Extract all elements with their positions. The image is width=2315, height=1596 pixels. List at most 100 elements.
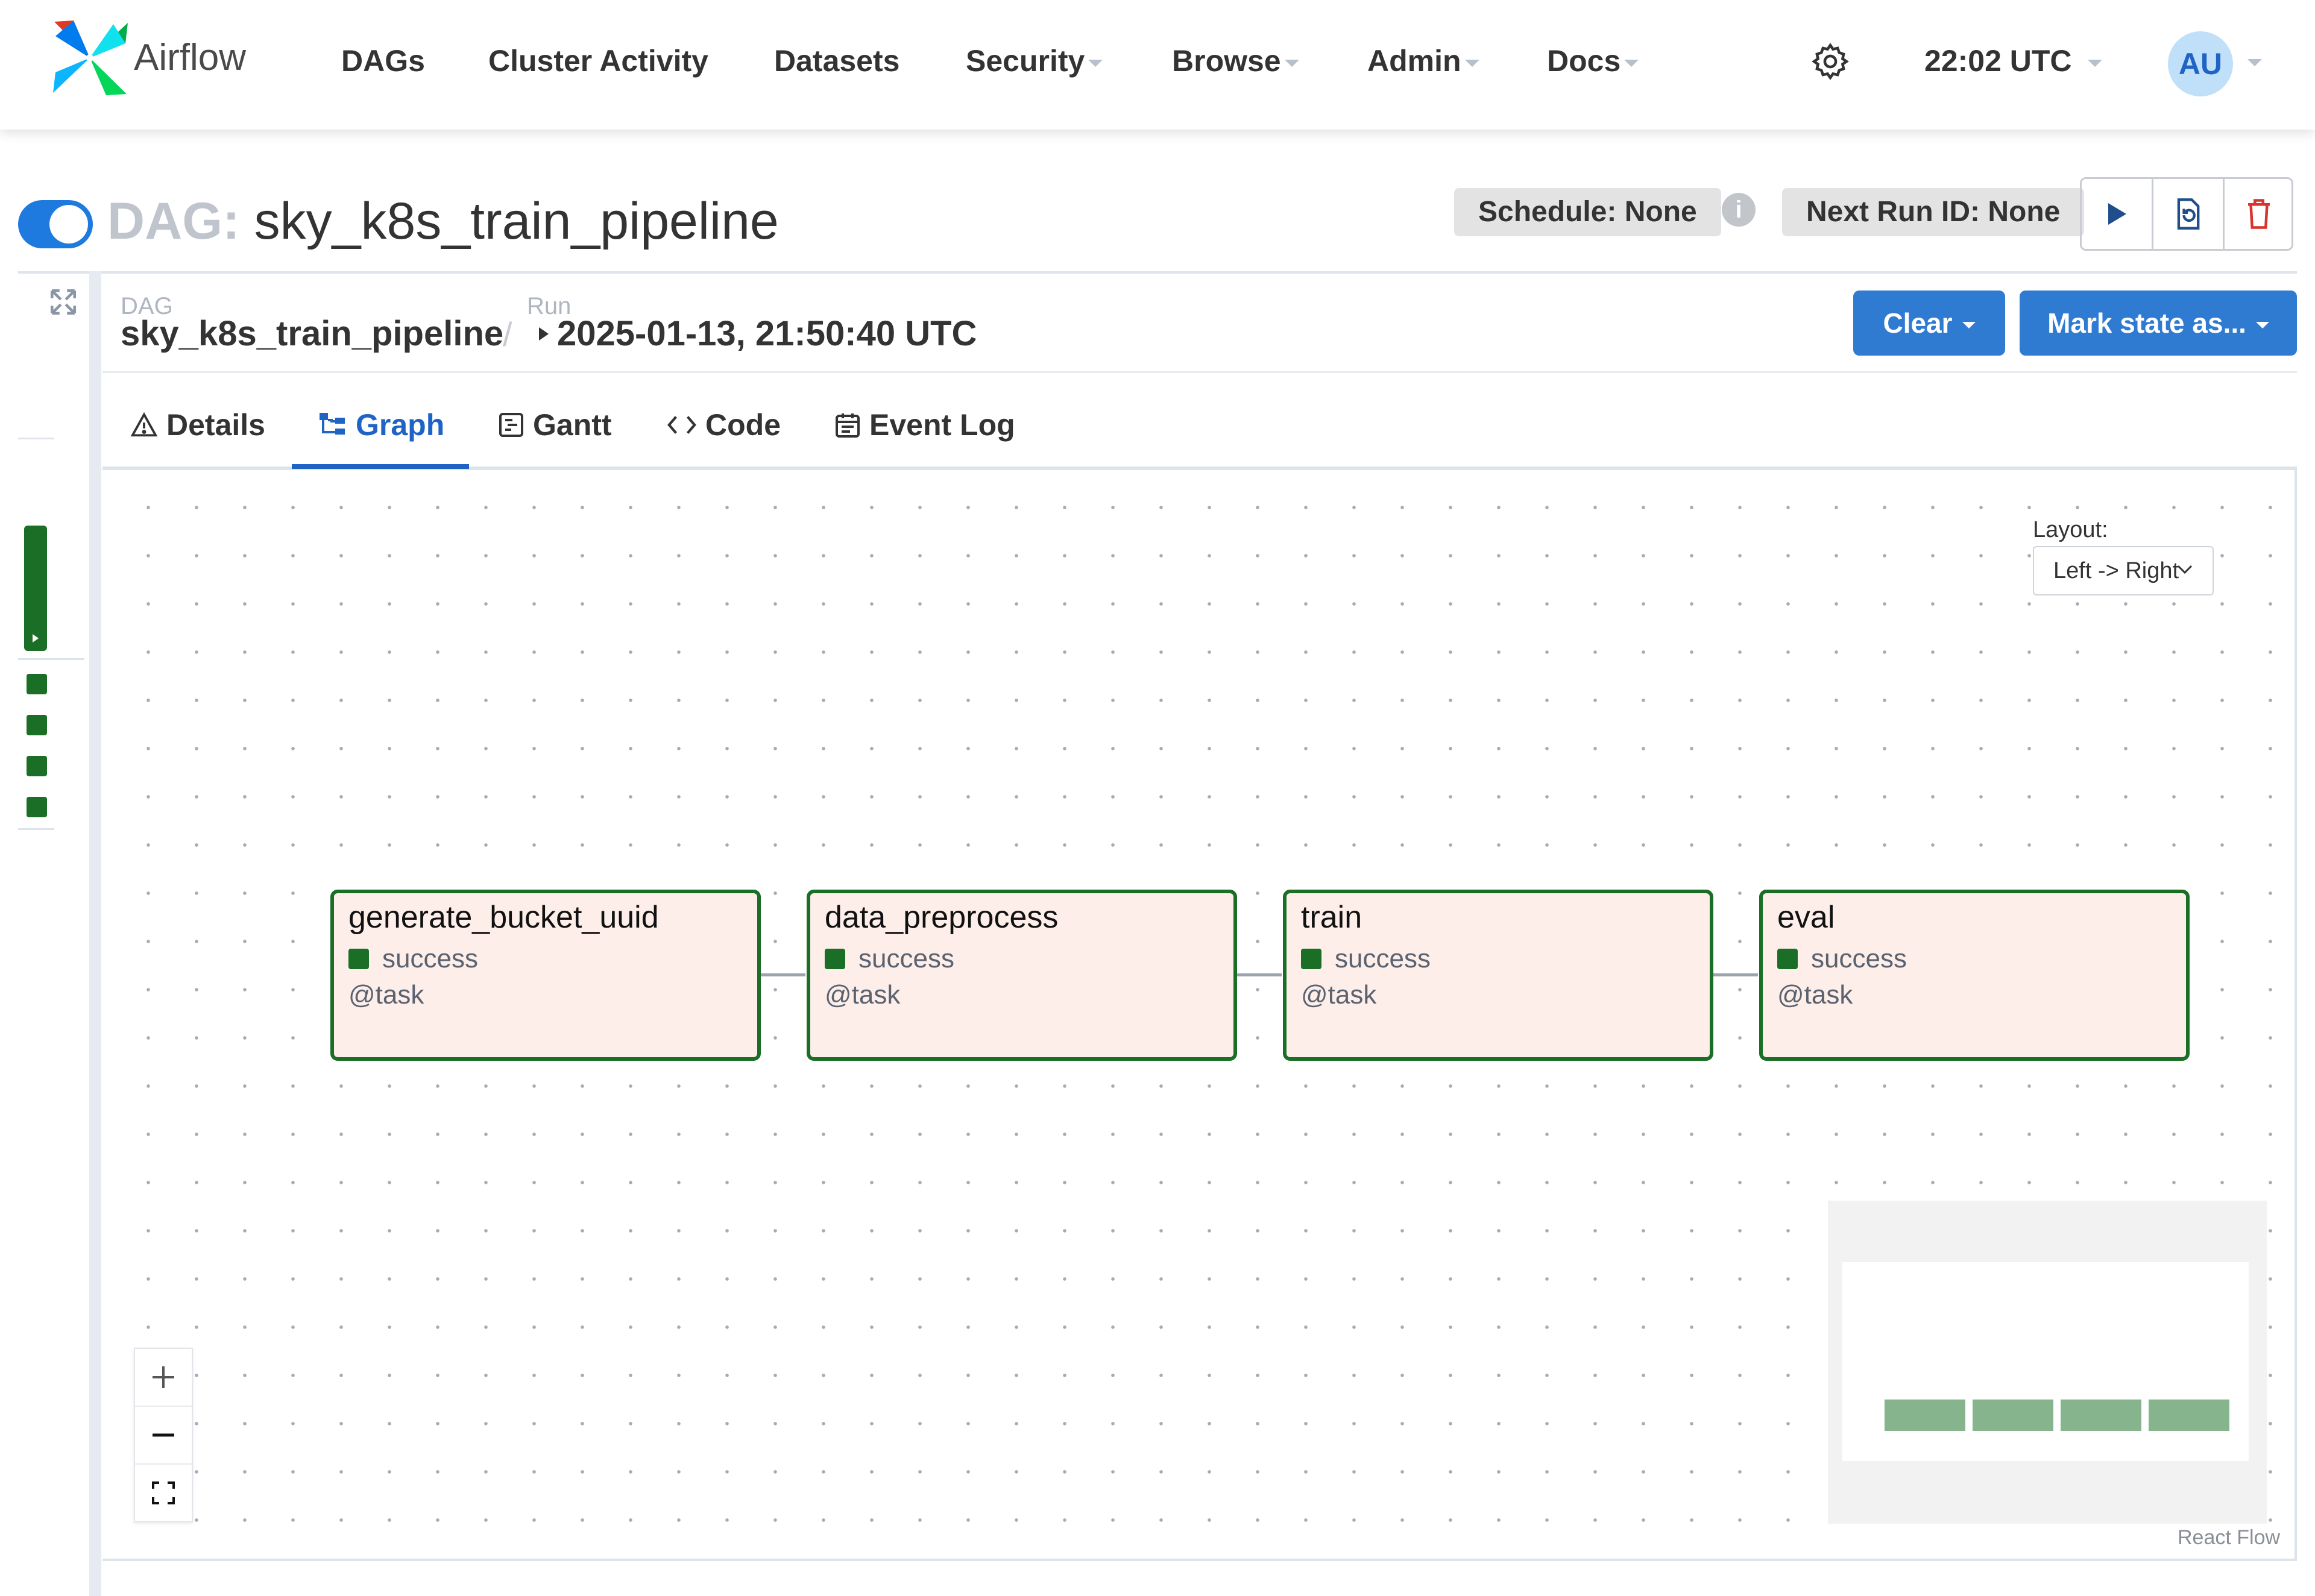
- grid-divider: [18, 658, 84, 660]
- play-icon: [539, 327, 549, 341]
- task-node-train[interactable]: train success @task: [1283, 890, 1713, 1061]
- task-node-status: success: [1777, 944, 1907, 974]
- active-tab-indicator: [292, 464, 469, 469]
- tab-gantt[interactable]: Gantt: [498, 407, 612, 442]
- breadcrumb-run[interactable]: 2025-01-13, 21:50:40 UTC: [537, 313, 977, 354]
- nav-cluster-activity[interactable]: Cluster Activity: [488, 43, 708, 78]
- tab-details[interactable]: Details: [130, 407, 265, 442]
- zoom-in-button[interactable]: [135, 1349, 192, 1407]
- status-square-icon: [825, 949, 845, 969]
- gantt-icon: [499, 413, 523, 437]
- breadcrumb-dag[interactable]: sky_k8s_train_pipeline: [121, 313, 503, 354]
- chevron-down-icon: [2087, 59, 2102, 67]
- status-square-icon: [1301, 949, 1321, 969]
- task-node-generate-bucket-uuid[interactable]: generate_bucket_uuid success @task: [330, 890, 761, 1061]
- page-title: DAG: sky_k8s_train_pipeline: [107, 192, 779, 251]
- task-node-status: success: [825, 944, 954, 974]
- expand-icon[interactable]: [48, 287, 78, 317]
- task-node-operator: @task: [1301, 980, 1377, 1010]
- layout-select[interactable]: Left -> Right: [2033, 546, 2214, 595]
- task-node-title: generate_bucket_uuid: [348, 900, 659, 935]
- chevron-down-icon: [1464, 59, 1479, 67]
- task-instance-cell[interactable]: [27, 756, 47, 776]
- toggle-knob: [49, 205, 88, 243]
- task-node-status: success: [348, 944, 478, 974]
- layout-label: Layout:: [2033, 517, 2108, 542]
- fit-view-icon: [152, 1481, 175, 1504]
- plus-icon: [153, 1366, 174, 1388]
- chevron-down-icon: [1962, 322, 1976, 329]
- panel-resize-divider[interactable]: [89, 271, 101, 1596]
- graph-edge: [761, 973, 805, 976]
- tab-code[interactable]: Code: [667, 407, 781, 442]
- brand-name[interactable]: Airflow: [134, 36, 246, 79]
- clock-time-display[interactable]: 22:02 UTC: [1924, 43, 2102, 78]
- status-square-icon: [348, 949, 369, 969]
- task-instance-cell[interactable]: [27, 797, 47, 817]
- fit-view-button[interactable]: [135, 1465, 192, 1521]
- next-run-badge: Next Run ID: None: [1782, 188, 2085, 236]
- task-node-title: eval: [1777, 900, 1835, 935]
- minimap-node: [1885, 1400, 1965, 1431]
- delete-dag-button[interactable]: [2224, 179, 2294, 249]
- react-flow-attribution[interactable]: React Flow: [2178, 1526, 2280, 1550]
- minimap[interactable]: [1828, 1201, 2267, 1524]
- nav-admin[interactable]: Admin: [1367, 43, 1479, 78]
- info-icon[interactable]: i: [1722, 193, 1756, 227]
- avatar[interactable]: AU: [2168, 31, 2233, 96]
- tab-event-log[interactable]: Event Log: [834, 407, 1015, 442]
- trash-icon: [2248, 199, 2270, 229]
- graph-edge: [1713, 973, 1758, 976]
- breadcrumb-divider: [102, 371, 2297, 373]
- calendar-icon: [836, 413, 860, 438]
- nav-browse[interactable]: Browse: [1172, 43, 1299, 78]
- minus-icon: [153, 1433, 174, 1437]
- clear-button[interactable]: Clear: [1853, 291, 2005, 356]
- canvas-border: [2295, 470, 2297, 1560]
- nav-dags[interactable]: DAGs: [341, 43, 425, 78]
- dag-title-id: sky_k8s_train_pipeline: [254, 192, 779, 250]
- graph-edge: [1237, 973, 1282, 976]
- play-icon: [33, 634, 39, 642]
- task-node-operator: @task: [348, 980, 424, 1010]
- dag-run-bar[interactable]: [24, 526, 47, 651]
- task-node-operator: @task: [825, 980, 901, 1010]
- chevron-down-icon: [1624, 59, 1639, 67]
- zoom-out-button[interactable]: [135, 1407, 192, 1465]
- header-divider: [18, 271, 2297, 274]
- task-node-title: data_preprocess: [825, 900, 1059, 935]
- trigger-dag-button[interactable]: [2082, 179, 2153, 249]
- chevron-down-icon: [1088, 59, 1103, 67]
- task-node-eval[interactable]: eval success @task: [1759, 890, 2190, 1061]
- gear-icon[interactable]: [1810, 41, 1851, 82]
- dag-pause-toggle[interactable]: [18, 200, 93, 248]
- minimap-node: [2149, 1400, 2229, 1431]
- status-square-icon: [1777, 949, 1798, 969]
- chevron-down-icon: [2177, 565, 2193, 574]
- minimap-node: [1973, 1400, 2053, 1431]
- task-node-data-preprocess[interactable]: data_preprocess success @task: [807, 890, 1237, 1061]
- tab-graph[interactable]: Graph: [318, 407, 444, 442]
- canvas-border: [102, 1559, 2297, 1561]
- task-instance-cell[interactable]: [27, 674, 47, 694]
- nav-security[interactable]: Security: [966, 43, 1103, 78]
- warning-triangle-icon: [130, 412, 158, 437]
- task-instance-cell[interactable]: [27, 715, 47, 735]
- zoom-controls: [134, 1348, 193, 1522]
- airflow-logo-icon[interactable]: [49, 18, 130, 98]
- graph-icon: [320, 413, 345, 435]
- code-icon: [667, 416, 696, 434]
- task-node-title: train: [1301, 900, 1362, 935]
- dag-title-prefix: DAG:: [107, 192, 240, 250]
- refresh-file-icon: [2177, 198, 2200, 230]
- nav-docs[interactable]: Docs: [1547, 43, 1639, 78]
- reparse-dag-button[interactable]: [2153, 179, 2225, 249]
- grid-divider: [18, 828, 54, 830]
- breadcrumb-separator: /: [503, 315, 512, 353]
- dag-action-buttons: [2080, 177, 2293, 251]
- nav-datasets[interactable]: Datasets: [774, 43, 899, 78]
- schedule-badge: Schedule: None: [1454, 188, 1721, 236]
- chevron-down-icon[interactable]: [2247, 59, 2262, 66]
- mark-state-button[interactable]: Mark state as...: [2020, 291, 2297, 356]
- chevron-down-icon: [2255, 322, 2269, 329]
